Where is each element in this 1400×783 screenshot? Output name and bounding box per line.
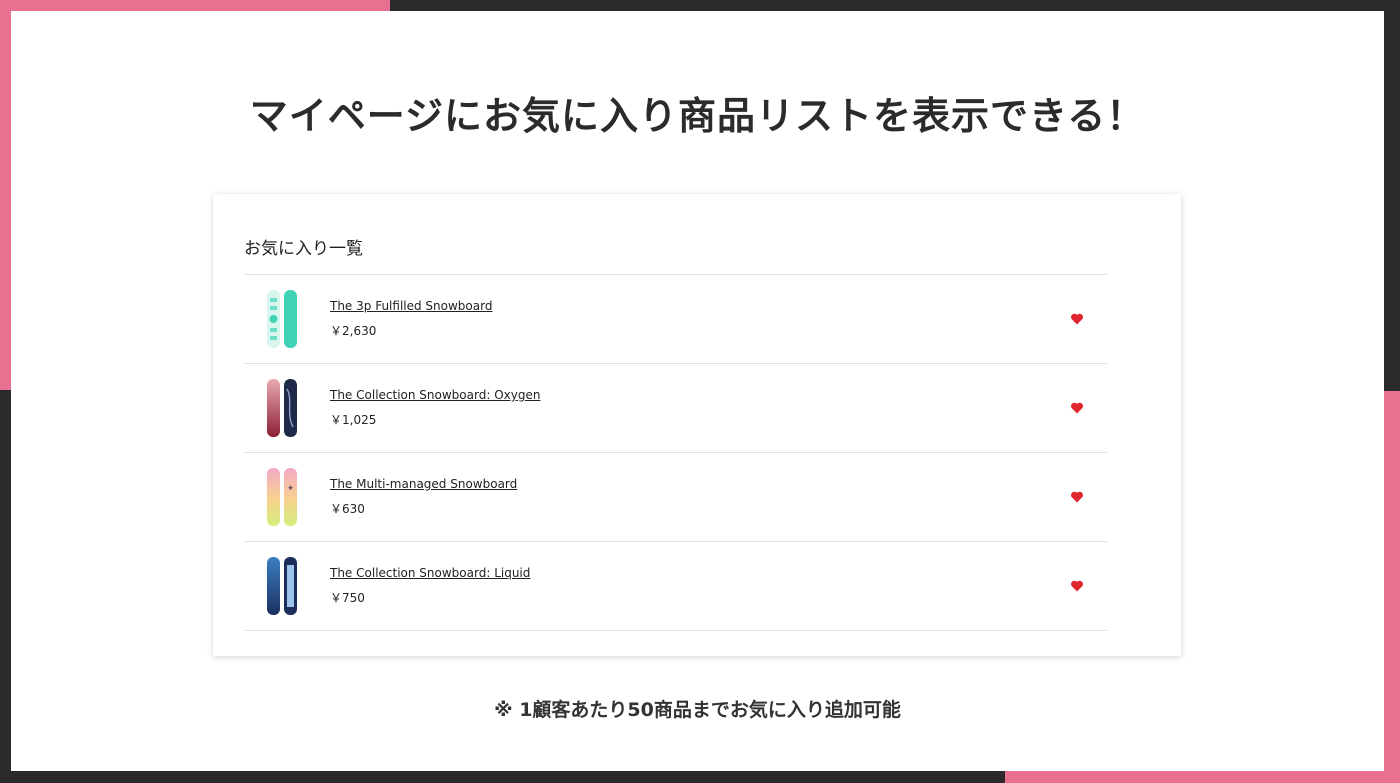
favorites-title: お気に入り一覧: [244, 239, 363, 259]
snowboard-teal-thumbnail-icon[interactable]: [266, 290, 300, 348]
product-price: ￥750: [330, 591, 365, 605]
favorites-list: The 3p Fulfilled Snowboard ￥2,630 The Co…: [244, 274, 1107, 631]
heart-icon[interactable]: [1070, 313, 1084, 325]
favorite-item: ★ The Multi-managed Snowboard ￥630: [244, 453, 1107, 542]
product-link[interactable]: The Collection Snowboard: Oxygen: [330, 388, 540, 402]
favorite-item: The Collection Snowboard: Liquid ￥750: [244, 542, 1107, 631]
slide-panel: マイページにお気に入り商品リストを表示できる！ お気に入り一覧 The 3p F…: [11, 11, 1384, 771]
heart-icon[interactable]: [1070, 402, 1084, 414]
product-price: ￥630: [330, 502, 365, 516]
snowboard-oxygen-thumbnail-icon[interactable]: [266, 379, 300, 437]
favorite-item: The 3p Fulfilled Snowboard ￥2,630: [244, 275, 1107, 364]
headline: マイページにお気に入り商品リストを表示できる！: [249, 94, 1146, 138]
favorite-item: The Collection Snowboard: Oxygen ￥1,025: [244, 364, 1107, 453]
product-price: ￥1,025: [330, 413, 377, 427]
svg-text:★: ★: [287, 484, 293, 492]
snowboard-liquid-thumbnail-icon[interactable]: [266, 557, 300, 615]
product-link[interactable]: The 3p Fulfilled Snowboard: [330, 299, 492, 313]
limit-note: ※ 1顧客あたり50商品までお気に入り追加可能: [494, 699, 901, 721]
snowboard-pastel-thumbnail-icon[interactable]: ★: [266, 468, 300, 526]
favorites-card: お気に入り一覧 The 3p Fulfilled Snowboard ￥2,63…: [213, 194, 1181, 656]
heart-icon[interactable]: [1070, 580, 1084, 592]
product-price: ￥2,630: [330, 324, 377, 338]
product-link[interactable]: The Collection Snowboard: Liquid: [330, 566, 530, 580]
product-link[interactable]: The Multi-managed Snowboard: [330, 477, 517, 491]
heart-icon[interactable]: [1070, 491, 1084, 503]
